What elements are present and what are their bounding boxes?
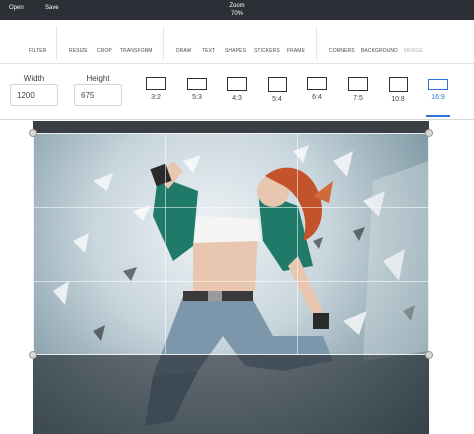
ratio-label: 16:9 [431, 94, 445, 101]
ratio-label: 6:4 [312, 94, 322, 101]
zoom-label: Zoom [229, 3, 245, 9]
crop-handle-bottom-left[interactable] [29, 351, 37, 359]
menu-divider [316, 26, 317, 60]
ratio-4-3-icon [227, 77, 247, 91]
ratio-6-4-icon [307, 77, 327, 90]
menu-merge[interactable]: MERGE [404, 48, 423, 54]
ratio-5-4-icon [267, 77, 287, 92]
width-input[interactable]: 1200 [10, 84, 58, 106]
ratio-option-3-2[interactable]: 3:2 [141, 77, 171, 101]
canvas-area [0, 121, 474, 434]
crop-handle-top-right[interactable] [425, 129, 433, 137]
ratio-label: 3:2 [151, 94, 161, 101]
ratio-10-8-icon [388, 77, 408, 92]
top-bar: Open Save Zoom 70% [0, 0, 474, 20]
crop-grid-line [33, 207, 429, 208]
menu-stickers[interactable]: STICKERS [254, 48, 280, 54]
menu-text[interactable]: TEXT [202, 48, 215, 54]
menu-crop[interactable]: CROP [97, 48, 112, 54]
ratio-5-3-icon [187, 78, 207, 90]
ratio-label: 10:8 [391, 96, 405, 103]
tool-menu-bar: FILTER RESIZE CROP TRANSFORM DRAW TEXT S… [0, 20, 474, 64]
menu-transform[interactable]: TRANSFORM [120, 48, 153, 54]
ratio-label: 7:5 [353, 95, 363, 102]
menu-draw[interactable]: DRAW [176, 48, 192, 54]
ratio-7-5-icon [348, 77, 368, 91]
zoom-indicator[interactable]: Zoom 70% [0, 2, 474, 18]
ratio-option-4-3[interactable]: 4:3 [222, 77, 252, 102]
ratio-option-10-8[interactable]: 10:8 [383, 77, 413, 103]
ratio-option-5-3[interactable]: 5:3 [182, 77, 212, 101]
width-label: Width [23, 74, 45, 83]
menu-shapes[interactable]: SHAPES [225, 48, 246, 54]
active-ratio-indicator [426, 115, 450, 117]
menu-divider [56, 26, 57, 60]
crop-outside-overlay [33, 355, 429, 434]
ratio-label: 5:4 [272, 96, 282, 103]
crop-grid-line [33, 281, 429, 282]
ratio-16-9-icon [428, 79, 448, 90]
crop-settings-panel: Width 1200 Height 675 3:2 5:3 4:3 5:4 6:… [0, 64, 474, 120]
menu-corners[interactable]: CORNERS [329, 48, 355, 54]
ratio-option-7-5[interactable]: 7:5 [343, 77, 373, 102]
ratio-option-6-4[interactable]: 6:4 [302, 77, 332, 101]
zoom-value: 70% [230, 11, 243, 17]
menu-background[interactable]: BACKGROUND [361, 48, 398, 54]
crop-frame[interactable] [33, 133, 429, 355]
menu-divider [163, 26, 164, 60]
menu-frame[interactable]: FRAME [287, 48, 305, 54]
crop-handle-bottom-right[interactable] [425, 351, 433, 359]
height-label: Height [86, 74, 110, 83]
crop-grid-line [165, 133, 166, 355]
ratio-option-16-9[interactable]: 16:9 [423, 77, 453, 101]
crop-handle-top-left[interactable] [29, 129, 37, 137]
menu-resize[interactable]: RESIZE [69, 48, 88, 54]
menu-filter[interactable]: FILTER [29, 48, 46, 54]
ratio-label: 5:3 [192, 94, 202, 101]
crop-grid-line [297, 133, 298, 355]
ratio-3-2-icon [146, 77, 166, 90]
ratio-label: 4:3 [232, 95, 242, 102]
ratio-option-5-4[interactable]: 5:4 [262, 77, 292, 103]
height-input[interactable]: 675 [74, 84, 122, 106]
